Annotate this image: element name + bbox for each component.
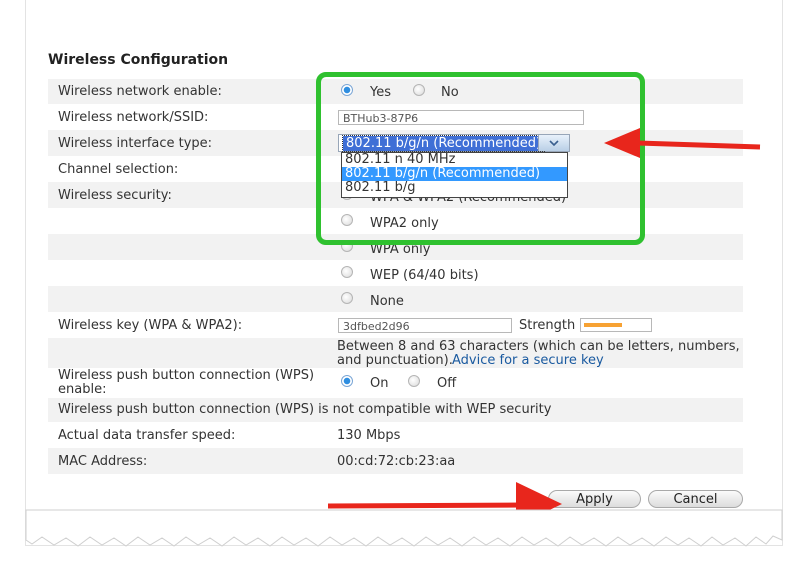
mac-value: 00:cd:72:cb:23:aa bbox=[337, 454, 456, 469]
row-wps: Wireless push button connection (WPS) en… bbox=[48, 368, 743, 398]
key-label: Wireless key (WPA & WPA2): bbox=[58, 318, 243, 333]
wps-label-line1: Wireless push button connection (WPS) bbox=[58, 368, 315, 383]
cancel-button[interactable]: Cancel bbox=[648, 490, 743, 508]
security-wep-radio[interactable] bbox=[341, 266, 353, 278]
arrow-to-select-icon bbox=[604, 128, 761, 158]
channel-label: Channel selection: bbox=[58, 162, 179, 177]
wps-note: Wireless push button connection (WPS) is… bbox=[58, 402, 552, 417]
wps-off-radio[interactable] bbox=[408, 375, 420, 387]
mac-label: MAC Address: bbox=[58, 454, 148, 469]
wps-label-line2: enable: bbox=[58, 382, 107, 397]
row-wps-note: Wireless push button connection (WPS) is… bbox=[48, 398, 743, 422]
key-hint-line2: and punctuation). bbox=[337, 353, 453, 368]
wps-off-label: Off bbox=[437, 376, 457, 391]
highlight-box bbox=[316, 72, 645, 245]
strength-meter-fill bbox=[584, 323, 622, 327]
security-label: Wireless security: bbox=[58, 188, 172, 203]
arrow-to-apply-icon bbox=[327, 482, 562, 526]
strength-label: Strength bbox=[519, 318, 576, 333]
security-option-none: None bbox=[370, 294, 404, 309]
key-input[interactable]: 3dfbed2d96 bbox=[338, 318, 512, 333]
row-speed: Actual data transfer speed: 130 Mbps bbox=[48, 422, 743, 448]
security-none-radio[interactable] bbox=[341, 292, 353, 304]
wps-on-radio[interactable] bbox=[341, 375, 353, 387]
interface-type-label: Wireless interface type: bbox=[58, 136, 213, 151]
speed-label: Actual data transfer speed: bbox=[58, 428, 236, 443]
ssid-label: Wireless network/SSID: bbox=[58, 110, 209, 125]
speed-value: 130 Mbps bbox=[337, 428, 401, 443]
section-title: Wireless Configuration bbox=[48, 52, 229, 68]
secure-key-advice-link[interactable]: Advice for a secure key bbox=[452, 353, 604, 368]
security-option-wep: WEP (64/40 bits) bbox=[370, 268, 479, 283]
strength-meter bbox=[580, 318, 652, 332]
network-enable-label: Wireless network enable: bbox=[58, 84, 222, 99]
key-hint-line1: Between 8 and 63 characters (which can b… bbox=[337, 339, 740, 354]
row-mac: MAC Address: 00:cd:72:cb:23:aa bbox=[48, 448, 743, 474]
wps-on-label: On bbox=[370, 376, 389, 391]
